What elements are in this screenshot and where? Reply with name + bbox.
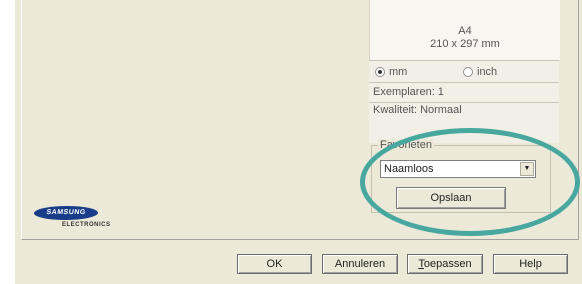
copies-info: Exemplaren: 1 bbox=[369, 82, 559, 102]
unit-mm-label: mm bbox=[389, 66, 408, 78]
settings-panel: A4 210 x 297 mm mm inch Exemplaren: 1 Kw… bbox=[21, 0, 580, 240]
apply-label-rest: oepassen bbox=[423, 258, 472, 270]
paper-size: 210 x 297 mm bbox=[430, 38, 500, 50]
unit-selector: mm inch bbox=[369, 60, 559, 83]
apply-button[interactable]: Toepassen bbox=[407, 254, 483, 274]
print-properties-dialog: A4 210 x 297 mm mm inch Exemplaren: 1 Kw… bbox=[15, 0, 582, 284]
favorites-dropdown[interactable]: Naamloos ▼ bbox=[380, 160, 536, 178]
logo-oval: SAMSUNG bbox=[33, 206, 99, 220]
cancel-button[interactable]: Annuleren bbox=[322, 254, 398, 274]
paper-preview: A4 210 x 297 mm bbox=[369, 0, 560, 60]
save-favorite-button[interactable]: Opslaan bbox=[396, 187, 506, 209]
unit-inch-label: inch bbox=[477, 66, 498, 78]
logo-subtitle: ELECTRONICS bbox=[62, 222, 111, 228]
unit-inch-radio[interactable] bbox=[463, 67, 473, 77]
favorites-legend: Favorieten bbox=[378, 139, 434, 151]
unit-mm-radio[interactable] bbox=[375, 67, 385, 77]
chevron-down-icon[interactable]: ▼ bbox=[520, 162, 534, 176]
help-button[interactable]: Help bbox=[493, 254, 568, 274]
paper-name: A4 bbox=[458, 25, 472, 37]
quality-info: Kwaliteit: Normaal bbox=[369, 102, 559, 116]
samsung-logo: SAMSUNG ELECTRONICS bbox=[33, 202, 164, 232]
paper-preview-pane: A4 210 x 297 mm mm inch Exemplaren: 1 Kw… bbox=[369, 0, 560, 143]
ok-button[interactable]: OK bbox=[237, 254, 312, 274]
favorites-group: Favorieten Naamloos ▼ Opslaan bbox=[371, 139, 551, 213]
favorites-selected-value: Naamloos bbox=[384, 163, 434, 175]
